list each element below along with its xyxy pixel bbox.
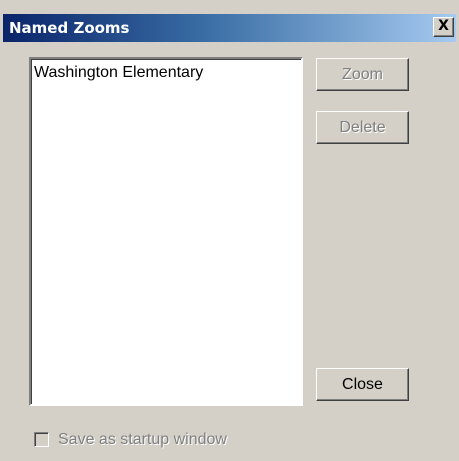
close-button[interactable]: Close — [316, 368, 409, 401]
named-zooms-dialog: Named Zooms X Washington Elementary Zoom… — [0, 0, 459, 461]
close-window-button[interactable]: X — [433, 17, 454, 37]
save-as-startup-label: Save as startup window — [58, 431, 227, 448]
zoom-button[interactable]: Zoom — [316, 58, 409, 91]
close-icon: X — [438, 18, 449, 34]
title-bar[interactable]: Named Zooms X — [3, 14, 456, 42]
save-as-startup-checkbox[interactable] — [34, 432, 49, 447]
named-zooms-listbox[interactable]: Washington Elementary — [29, 57, 303, 406]
delete-button[interactable]: Delete — [316, 111, 409, 144]
list-item[interactable]: Washington Elementary — [34, 64, 203, 82]
window-title: Named Zooms — [9, 19, 130, 37]
